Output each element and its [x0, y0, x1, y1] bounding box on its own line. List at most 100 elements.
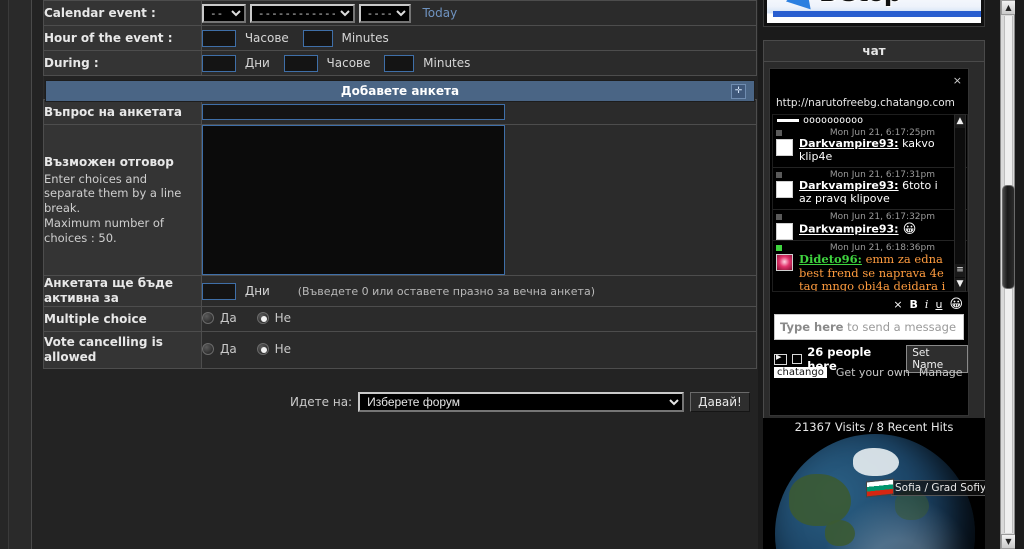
chat-message-input[interactable]: Type here to send a message [774, 314, 964, 340]
jump-to-forum: Идете на: Изберете форум Давай! [290, 392, 750, 412]
close-icon[interactable]: × [953, 74, 962, 87]
multiple-choice-no-label: Не [274, 311, 291, 325]
label-poll-active: Анкетата ще бъде активна за [43, 275, 202, 307]
field-hour-of-event: Часове Minutes [201, 25, 757, 51]
field-multiple-choice: Да Не [201, 306, 757, 332]
poll-active-hint: (Въведете 0 или оставете празно за вечна… [297, 284, 595, 298]
calendar-year-select[interactable]: ---- [358, 3, 411, 23]
poll-active-unit: Дни [244, 284, 270, 298]
radio-icon-no[interactable] [256, 312, 269, 324]
sound-icon[interactable] [774, 353, 787, 365]
scroll-grip-icon[interactable]: ≡ [955, 264, 965, 277]
underline-icon[interactable]: u [935, 298, 942, 311]
field-poll-question [201, 99, 757, 125]
minute-unit-label: Minutes [341, 31, 389, 45]
landmass-central-america [825, 520, 855, 546]
chatango-brand[interactable]: chatango [774, 367, 827, 378]
vote-cancelling-no[interactable]: Не [256, 342, 291, 356]
minute-input[interactable] [302, 29, 333, 47]
status-dot [776, 171, 782, 178]
radio-icon-yes[interactable] [202, 343, 214, 355]
partial-bar [777, 119, 799, 122]
add-poll-header[interactable]: Добавете анкета ✛ [45, 80, 755, 102]
partial-text: oooooooooo [803, 115, 864, 126]
chat-panel: чат × http://narutofreebg.chatango.com o… [763, 40, 985, 420]
scroll-down-icon[interactable]: ▼ [955, 278, 965, 291]
row-poll-active: Анкетата ще бъде активна за Дни (Въведет… [43, 275, 757, 307]
multiple-choice-no[interactable]: Не [256, 311, 291, 325]
calendar-day-select[interactable]: -- [202, 3, 246, 23]
today-link[interactable]: Today [422, 6, 457, 20]
vote-cancelling-yes-label: Да [220, 342, 237, 356]
scroll-down-icon[interactable]: ▼ [1001, 534, 1016, 549]
go-button[interactable]: Давай! [690, 392, 750, 412]
chat-input-placeholder-rest: to send a message [843, 320, 957, 334]
bgtop-banner[interactable]: BGtop [763, 0, 985, 27]
clear-icon[interactable]: × [893, 298, 902, 311]
vote-cancelling-yes[interactable]: Да [202, 342, 237, 356]
chat-scrollbar[interactable]: ▲ ≡ ▼ [954, 114, 966, 292]
avatar [776, 222, 793, 240]
message-username[interactable]: Dideto96: [799, 252, 862, 266]
sidebar: BGtop чат × http://narutofreebg.chatango… [758, 0, 995, 549]
poll-active-days-input[interactable] [202, 282, 236, 300]
poll-answers-textarea[interactable] [202, 125, 505, 275]
add-poll-title: Добавете анкета [340, 84, 460, 98]
calendar-month-select[interactable]: ------------ [249, 3, 355, 23]
row-multiple-choice: Multiple choice Да Не [43, 306, 757, 332]
bgtop-banner-bar [773, 11, 981, 17]
scroll-up-icon[interactable]: ▲ [955, 115, 965, 128]
message-body: Dideto96: emm za edna best frend se napr… [776, 252, 951, 291]
italic-icon[interactable]: i [925, 298, 929, 311]
chat-message-list[interactable]: oooooooooo ▶ Mon Jun 21, 6:17:25pm Darkv… [772, 114, 968, 292]
scrollbar-thumb[interactable] [1002, 185, 1015, 289]
hour-input[interactable] [202, 29, 236, 47]
poll-question-input[interactable] [202, 104, 505, 120]
emoji-icon[interactable]: 😀 [949, 297, 963, 312]
during-days-input[interactable] [202, 54, 236, 72]
label-poll-question: Въпрос на анкетата [43, 99, 202, 125]
radio-icon-yes[interactable] [202, 312, 214, 324]
browser-scrollbar[interactable]: ▲ ▼ [1000, 0, 1016, 549]
bgtop-banner-text: BGtop [819, 0, 902, 7]
avatar [776, 180, 793, 198]
visit-counter: 21367 Visits / 8 Recent Hits [794, 420, 954, 434]
row-calendar-event: Calendar event : -- ------------ ---- To… [43, 0, 757, 26]
during-days-unit: Дни [244, 56, 270, 70]
chat-input-placeholder-bold: Type here [780, 320, 844, 334]
bold-icon[interactable]: B [910, 298, 918, 311]
chat-message: ▶ Mon Jun 21, 6:17:25pm Darkvampire93: k… [773, 126, 967, 168]
avatar [776, 254, 793, 272]
label-poll-answers: Възможен отговор Enter choices and separ… [43, 124, 202, 276]
hour-unit-label: Часове [244, 31, 289, 45]
label-hour-of-event: Hour of the event : [43, 25, 202, 51]
status-dot [776, 213, 782, 220]
bulgaria-flag-icon [866, 478, 894, 498]
get-your-own-link[interactable]: Get your own [836, 366, 910, 379]
label-multiple-choice: Multiple choice [43, 306, 202, 332]
page-gutter-outer [0, 0, 8, 549]
chat-message-partial: oooooooooo [773, 115, 967, 126]
landmass-north-america [789, 474, 851, 526]
message-username[interactable]: Darkvampire93: [799, 179, 899, 192]
collapse-icon[interactable]: ✛ [731, 84, 746, 99]
radio-icon-no[interactable] [256, 343, 269, 355]
label-calendar-event: Calendar event : [43, 0, 202, 26]
popout-window-icon[interactable] [791, 354, 803, 364]
multiple-choice-yes[interactable]: Да [202, 311, 237, 325]
field-vote-cancelling: Да Не [201, 331, 757, 369]
scroll-up-icon[interactable]: ▲ [1001, 0, 1016, 15]
chat-format-toolbar: × B i u 😀 [893, 297, 963, 312]
landmass-greenland [853, 448, 899, 476]
message-body: Darkvampire93: 6toto i az pravq klipove [776, 179, 951, 206]
message-username[interactable]: Darkvampire93: [799, 137, 899, 150]
during-minutes-input[interactable] [384, 54, 415, 72]
manage-link[interactable]: Manage [919, 366, 963, 379]
during-hours-input[interactable] [283, 54, 318, 72]
visitor-globe-widget[interactable]: 21367 Visits / 8 Recent Hits Sofia / Gra… [763, 418, 985, 549]
row-hour-of-event: Hour of the event : Часове Minutes [43, 25, 757, 51]
forum-select[interactable]: Изберете форум [358, 392, 685, 412]
page-gutter-inner [9, 0, 31, 549]
message-username[interactable]: Darkvampire93: [799, 223, 899, 236]
message-body: Darkvampire93: kakvo klip4e [776, 137, 951, 164]
